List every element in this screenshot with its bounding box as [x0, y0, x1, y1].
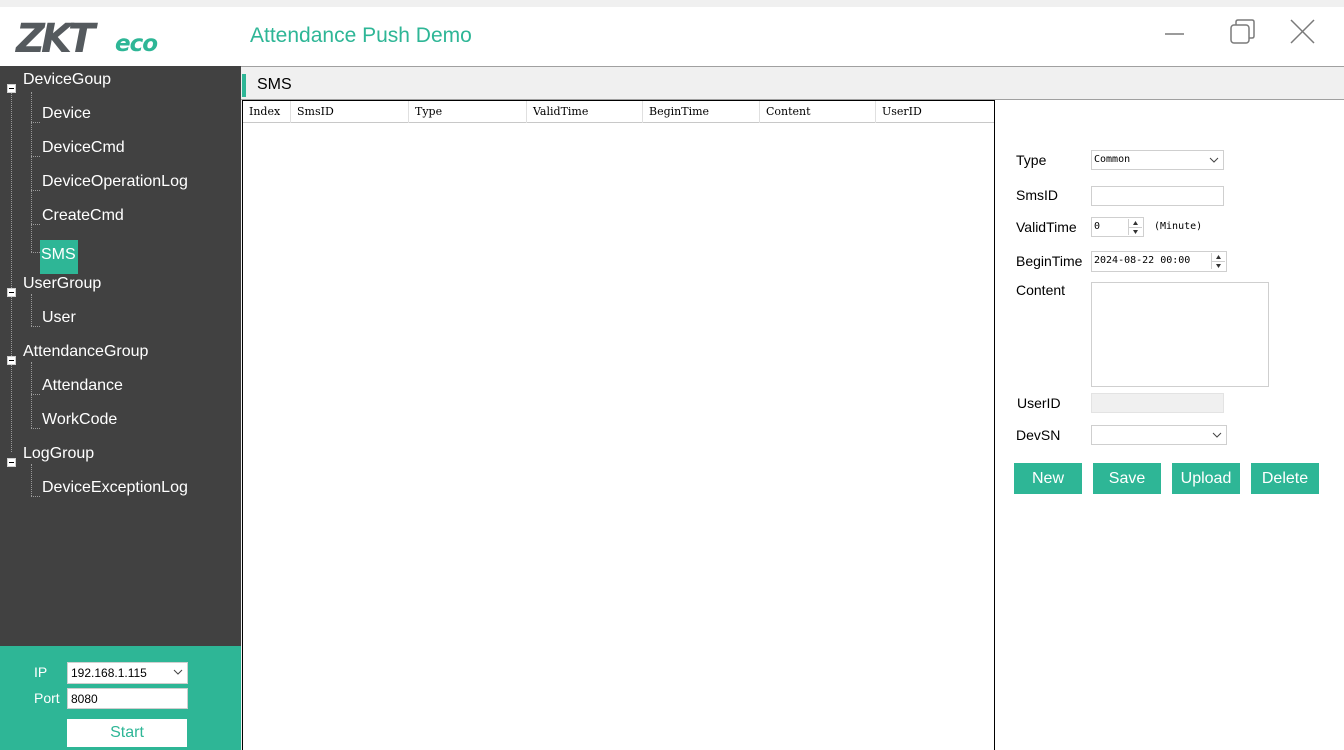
tree-item-deviceoperationlog[interactable]: DeviceOperationLog: [42, 173, 188, 191]
tree-item-sms[interactable]: SMS: [40, 240, 78, 274]
tree-item-device[interactable]: Device: [42, 105, 91, 123]
spin-buttons[interactable]: [1128, 219, 1142, 235]
spin-up-icon[interactable]: [1129, 219, 1142, 227]
collapse-icon[interactable]: [7, 288, 16, 297]
upload-button[interactable]: Upload: [1172, 463, 1240, 494]
validtime-spinbox[interactable]: 0: [1091, 217, 1144, 237]
validtime-unit: (Minute): [1154, 221, 1203, 232]
spin-buttons[interactable]: [1211, 253, 1225, 269]
chevron-down-icon: [1209, 157, 1219, 163]
spin-down-icon[interactable]: [1212, 261, 1225, 269]
minimize-icon: [1165, 33, 1184, 35]
tree-item-workcode[interactable]: WorkCode: [42, 411, 117, 429]
window-top-strip: [0, 0, 1344, 7]
sidebar-nav: DeviceGoup Device DeviceCmd DeviceOperat…: [0, 66, 241, 646]
tree-connector: [31, 190, 40, 191]
restore-icon: [1230, 19, 1255, 44]
validtime-value: 0: [1094, 221, 1101, 232]
tree-connector: [31, 156, 40, 157]
port-label: Port: [34, 690, 60, 706]
tree-item-devicecmd[interactable]: DeviceCmd: [42, 139, 125, 157]
column-header-index[interactable]: Index: [243, 101, 291, 123]
tree-connector: [31, 362, 32, 428]
collapse-icon[interactable]: [7, 356, 16, 365]
smsid-input[interactable]: [1091, 186, 1224, 206]
chevron-down-icon: [1212, 432, 1222, 438]
tree-item-user[interactable]: User: [42, 309, 76, 327]
table-header: Index SmsID Type ValidTime BeginTime Con…: [243, 101, 994, 123]
logo-sub-text: eco: [115, 31, 158, 57]
validtime-label: ValidTime: [1016, 219, 1077, 235]
close-button[interactable]: [1284, 17, 1322, 51]
spin-down-icon[interactable]: [1129, 227, 1142, 235]
column-header-content[interactable]: Content: [760, 101, 876, 123]
tree-connector: [31, 496, 40, 497]
section-accent-bar: [242, 74, 246, 97]
section-title: SMS: [257, 76, 292, 93]
title-bar: ZKT eco Attendance Push Demo: [0, 7, 1344, 66]
tree-connector: [31, 294, 32, 326]
sms-form: Type Common SmsID ValidTime 0 (Minute) B…: [995, 100, 1344, 750]
type-value: Common: [1094, 154, 1131, 165]
chevron-down-icon: [173, 669, 183, 675]
collapse-icon[interactable]: [7, 458, 16, 467]
column-header-begintime[interactable]: BeginTime: [643, 101, 760, 123]
tree-connector: [11, 88, 12, 452]
devsn-label: DevSN: [1016, 427, 1061, 443]
tree-item-deviceexceptionlog[interactable]: DeviceExceptionLog: [42, 479, 188, 497]
devsn-select[interactable]: [1091, 425, 1227, 445]
restore-button[interactable]: [1225, 17, 1263, 51]
ip-select[interactable]: 192.168.1.115: [67, 662, 188, 684]
tree-group-usergroup[interactable]: UserGroup: [23, 275, 101, 293]
column-header-smsid[interactable]: SmsID: [291, 101, 409, 123]
save-button[interactable]: Save: [1093, 463, 1161, 494]
content-textarea[interactable]: [1091, 282, 1269, 387]
tree-item-createcmd[interactable]: CreateCmd: [42, 207, 124, 225]
new-button[interactable]: New: [1014, 463, 1082, 494]
port-input[interactable]: 8080: [67, 688, 188, 709]
tree-connector: [31, 394, 40, 395]
type-select[interactable]: Common: [1091, 150, 1224, 170]
tree-group-attendancegroup[interactable]: AttendanceGroup: [23, 343, 148, 361]
section-header: SMS: [241, 66, 1344, 100]
tree-connector: [31, 464, 32, 496]
content-label: Content: [1016, 282, 1066, 298]
tree-connector: [31, 122, 40, 123]
column-header-userid[interactable]: UserID: [876, 101, 994, 123]
tree-group-devicegoup[interactable]: DeviceGoup: [23, 71, 111, 89]
tree-group-loggroup[interactable]: LogGroup: [23, 445, 94, 463]
begintime-picker[interactable]: 2024-08-22 00:00: [1091, 251, 1227, 272]
column-header-type[interactable]: Type: [409, 101, 527, 123]
ip-value: 192.168.1.115: [71, 666, 147, 680]
spin-up-icon[interactable]: [1212, 253, 1225, 261]
sms-table[interactable]: Index SmsID Type ValidTime BeginTime Con…: [242, 100, 995, 750]
app-title: Attendance Push Demo: [250, 24, 472, 47]
column-header-validtime[interactable]: ValidTime: [527, 101, 643, 123]
tree-item-attendance[interactable]: Attendance: [42, 377, 123, 395]
connection-panel: IP 192.168.1.115 Port 8080 Start: [0, 646, 241, 750]
collapse-icon[interactable]: [7, 84, 16, 93]
tree-connector: [31, 92, 32, 252]
ip-label: IP: [34, 664, 48, 680]
minimize-button[interactable]: [1155, 17, 1193, 51]
tree-connector: [31, 252, 40, 253]
tree-connector: [31, 326, 40, 327]
delete-button[interactable]: Delete: [1251, 463, 1319, 494]
logo-main-text: ZKT: [16, 16, 95, 62]
start-button[interactable]: Start: [67, 719, 187, 747]
close-icon: [1290, 19, 1315, 44]
begintime-value: 2024-08-22 00:00: [1094, 255, 1191, 266]
begintime-label: BeginTime: [1016, 253, 1083, 269]
tree-connector: [31, 224, 40, 225]
type-label: Type: [1016, 152, 1047, 168]
smsid-label: SmsID: [1016, 187, 1058, 203]
userid-label: UserID: [1017, 395, 1061, 411]
tree-connector: [31, 428, 40, 429]
userid-input: [1091, 393, 1224, 413]
